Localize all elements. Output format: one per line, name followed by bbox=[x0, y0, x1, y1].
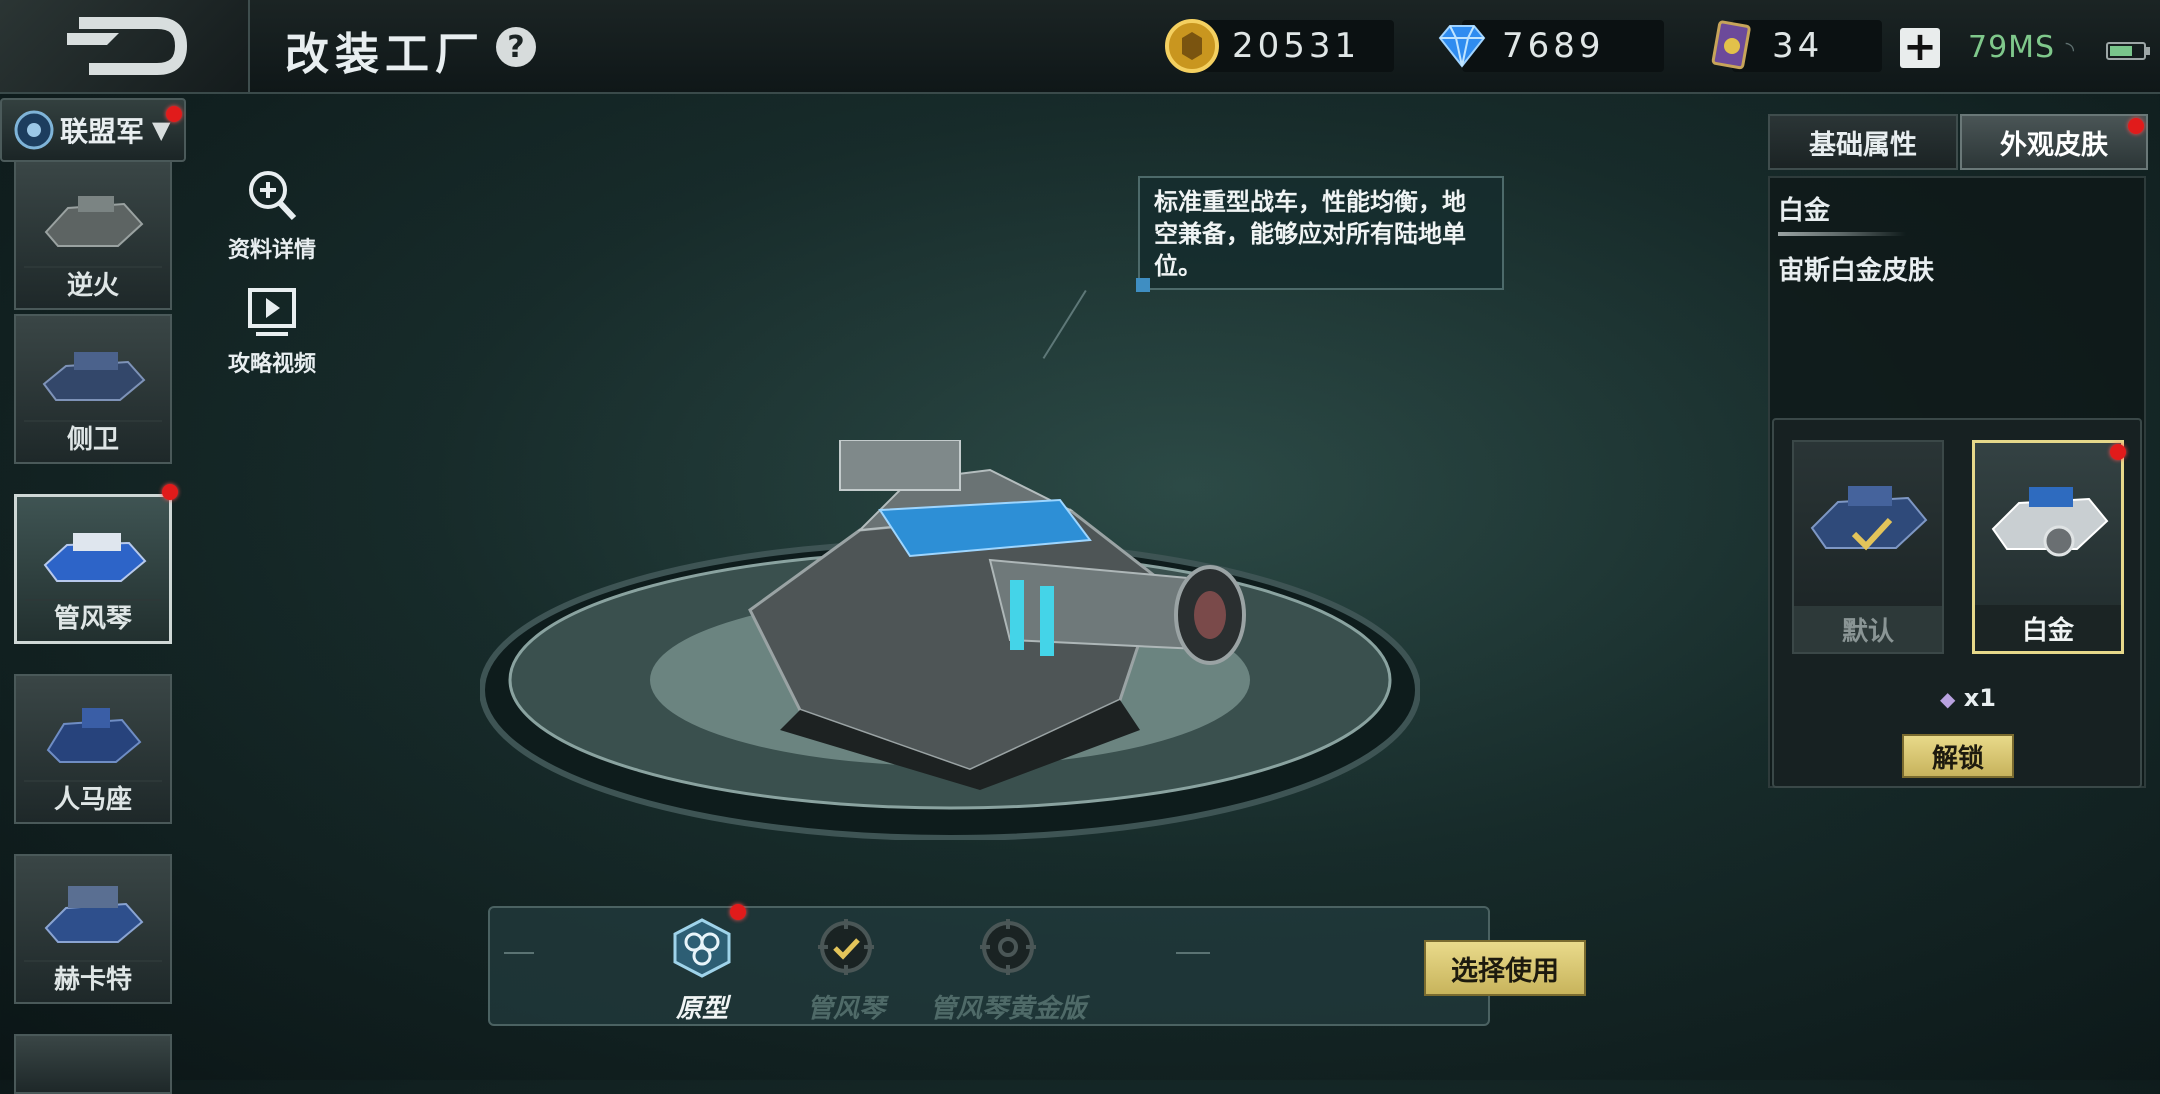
unit-item-guanfengqin[interactable]: 管风琴 bbox=[14, 494, 172, 644]
ping-readout: 79MS ◝ bbox=[1968, 30, 2075, 65]
tab-appearance-skin[interactable]: 外观皮肤 bbox=[1960, 114, 2148, 170]
faction-label: 联盟军 bbox=[60, 115, 145, 148]
unit-item-cewei[interactable]: 侧卫 bbox=[14, 314, 172, 464]
cost-value: x1 bbox=[1963, 684, 1996, 712]
wifi-icon: ◝ bbox=[2065, 38, 2076, 63]
notification-dot bbox=[730, 904, 746, 920]
skin-card-label: 白金 bbox=[1975, 605, 2121, 651]
diamond-icon bbox=[1438, 25, 1486, 68]
notification-dot bbox=[162, 484, 178, 500]
chevron-down-icon: ▼ bbox=[152, 116, 171, 144]
variant-organ[interactable]: 管风琴 bbox=[796, 916, 896, 1025]
skin-description: 宙斯白金皮肤 bbox=[1778, 256, 1935, 286]
tooltip-pointer-line bbox=[1042, 290, 1087, 359]
title-underline bbox=[1778, 232, 1906, 236]
gold-coin-icon bbox=[1165, 19, 1219, 73]
back-button[interactable] bbox=[0, 0, 250, 92]
tank-thumbnail bbox=[44, 196, 144, 247]
unlock-cost: ◆ x1 bbox=[1940, 684, 1996, 712]
page-title: 改装工厂 bbox=[285, 29, 485, 80]
magnifier-icon bbox=[249, 171, 297, 221]
unit-name: 逆火 bbox=[66, 271, 119, 301]
unit-item-renmazuo[interactable]: 人马座 bbox=[14, 674, 172, 824]
notification-dot bbox=[166, 106, 182, 122]
diamond-value: 7689 bbox=[1502, 26, 1605, 66]
unit-description-tooltip: 标准重型战车，性能均衡，地空兼备，能够应对所有陆地单位。 bbox=[1138, 176, 1504, 290]
unlock-button[interactable]: 解锁 bbox=[1902, 734, 2014, 778]
variant-selector-bar: 原型 管风琴 管风琴黄金版 bbox=[488, 904, 1490, 1026]
notification-dot bbox=[2128, 118, 2144, 134]
tank-thumbnail bbox=[46, 708, 142, 763]
variant-organ-gold[interactable]: 管风琴黄金版 bbox=[918, 916, 1098, 1025]
unit-item-partial[interactable] bbox=[14, 1034, 172, 1094]
tooltip-corner-marker bbox=[1136, 278, 1150, 292]
diamond-counter: 7689 bbox=[1438, 20, 1664, 72]
variant-label: 管风琴黄金版 bbox=[929, 994, 1086, 1024]
details-label: 资料详情 bbox=[227, 238, 316, 263]
unit-item-nihuo[interactable]: 逆火 bbox=[14, 160, 172, 310]
tank-thumbnail bbox=[44, 886, 144, 943]
variant-label: 原型 bbox=[675, 994, 728, 1024]
select-use-button[interactable]: 选择使用 bbox=[1424, 940, 1586, 996]
tank-thumbnail bbox=[1810, 486, 1928, 551]
faction-emblem-icon bbox=[14, 110, 54, 150]
tab-basic-attributes[interactable]: 基础属性 bbox=[1768, 114, 1958, 170]
video-button[interactable]: 攻略视频 bbox=[212, 286, 332, 378]
crosshair-check-icon bbox=[818, 919, 874, 975]
tank-thumbnail bbox=[43, 533, 147, 582]
play-video-icon bbox=[248, 288, 296, 336]
card-counter: 34 bbox=[1711, 20, 1882, 72]
battery-icon bbox=[2106, 42, 2150, 60]
variant-prototype[interactable]: 原型 bbox=[652, 916, 752, 1025]
faction-selector[interactable]: 联盟军 ▼ bbox=[0, 98, 186, 162]
gold-counter: 20531 bbox=[1165, 19, 1394, 73]
battery-fill bbox=[2110, 46, 2132, 56]
tank-thumbnail bbox=[42, 352, 146, 401]
skin-ticket-icon: ◆ bbox=[1940, 687, 1956, 711]
add-resource-button[interactable]: + bbox=[1900, 27, 1940, 68]
skin-card-platinum[interactable]: 白金 bbox=[1972, 440, 2124, 654]
details-button[interactable]: 资料详情 bbox=[212, 166, 332, 264]
skin-card-default[interactable]: 默认 bbox=[1792, 440, 1944, 654]
tank-thumbnail bbox=[1991, 487, 2109, 557]
video-label: 攻略视频 bbox=[227, 352, 316, 377]
skin-selection-box: 默认 白金 bbox=[1772, 418, 2142, 788]
unit-list: 逆火 侧卫 管风琴 人马座 赫卡特 bbox=[0, 160, 182, 1094]
hexagon-cluster-icon bbox=[673, 918, 731, 978]
ping-value: 79MS bbox=[1968, 30, 2056, 65]
gold-value: 20531 bbox=[1232, 26, 1361, 66]
unit-name: 侧卫 bbox=[66, 425, 119, 455]
variant-label: 管风琴 bbox=[806, 994, 885, 1024]
notification-dot bbox=[2110, 444, 2126, 460]
unit-item-hekate[interactable]: 赫卡特 bbox=[14, 854, 172, 1004]
tank-model bbox=[748, 440, 1246, 790]
back-arrow-icon bbox=[67, 17, 188, 75]
skin-title: 白金 bbox=[1778, 196, 1831, 226]
help-button[interactable]: ? bbox=[496, 27, 536, 67]
divider bbox=[1176, 952, 1210, 954]
unit-name: 人马座 bbox=[53, 785, 132, 815]
unit-name: 赫卡特 bbox=[53, 965, 132, 995]
skin-card-label: 默认 bbox=[1794, 606, 1942, 652]
divider bbox=[504, 952, 534, 954]
card-value: 34 bbox=[1772, 26, 1824, 66]
unit-name: 管风琴 bbox=[53, 604, 132, 634]
card-icon bbox=[1711, 20, 1751, 70]
crosshair-icon bbox=[980, 919, 1036, 975]
